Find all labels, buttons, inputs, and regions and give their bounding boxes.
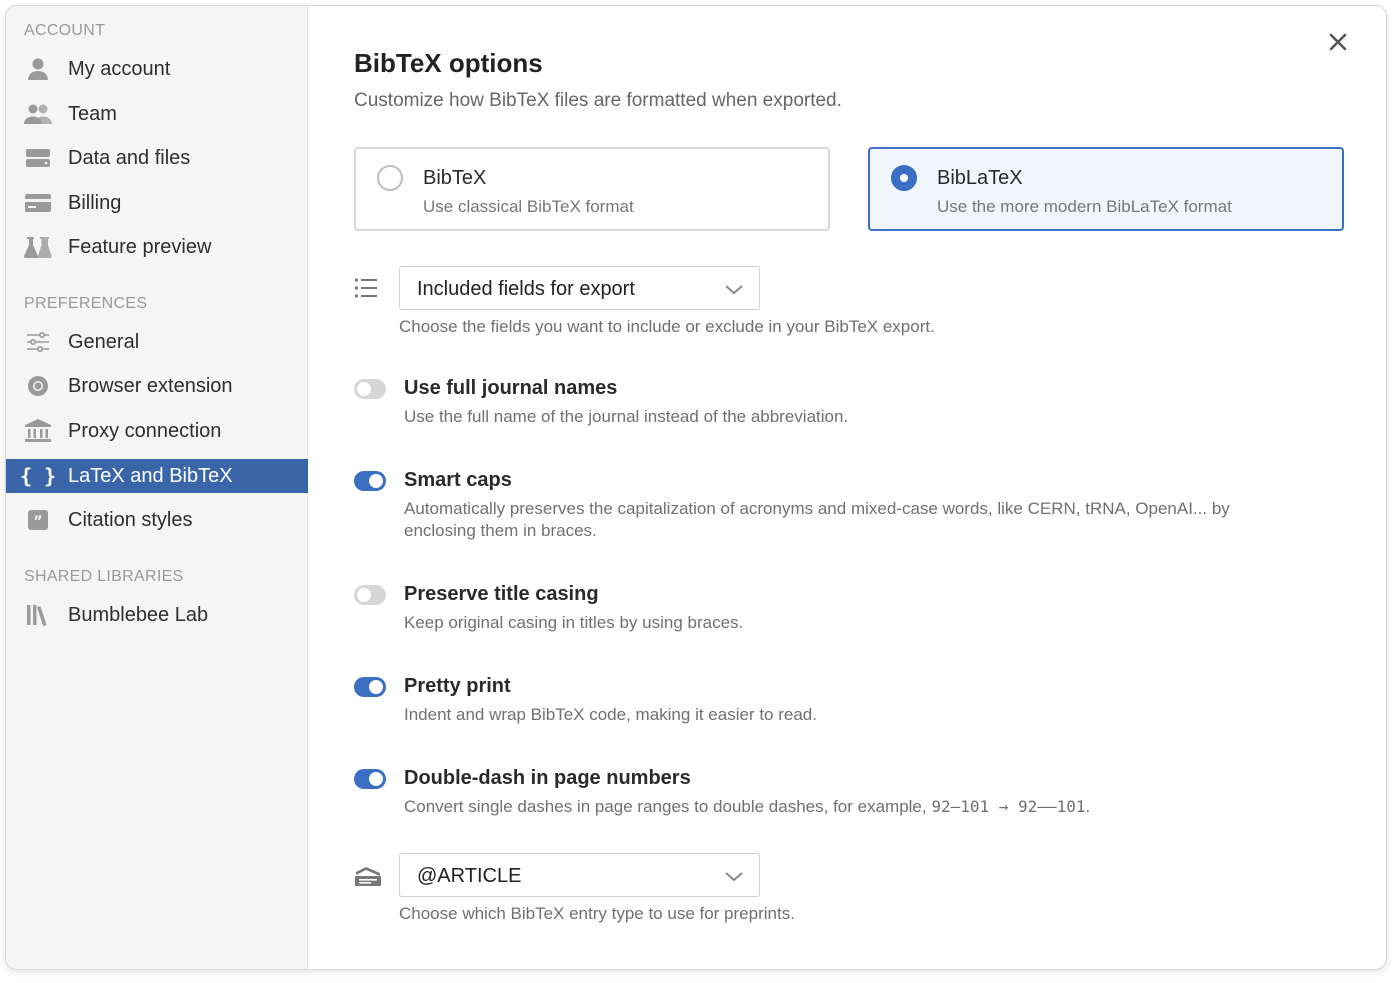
sidebar-item-label: Citation styles [68, 509, 193, 531]
format-description: Use the more modern BibLaTeX format [937, 197, 1232, 216]
select-value: @ARTICLE [417, 865, 522, 887]
radio-biblatex[interactable] [891, 165, 917, 191]
option-description: Keep original casing in titles by using … [404, 613, 744, 632]
section-label-account: ACCOUNT [24, 22, 106, 39]
settings-window: ACCOUNT My account Team Data and files B… [5, 5, 1387, 970]
option-title: Use full journal names [404, 377, 618, 399]
format-title: BibLaTeX [937, 167, 1023, 189]
option-description-text: Convert single dashes in page ranges to … [404, 797, 932, 816]
section-label-preferences: PREFERENCES [24, 295, 148, 312]
sidebar-item-browser-extension[interactable]: Browser extension [6, 369, 308, 403]
sidebar-item-data-and-files[interactable]: Data and files [6, 141, 308, 175]
sidebar-item-label: Bumblebee Lab [68, 604, 209, 626]
format-option-biblatex[interactable]: BibLaTeX Use the more modern BibLaTeX fo… [868, 147, 1344, 231]
sidebar: ACCOUNT My account Team Data and files B… [6, 6, 308, 969]
option-description: Use the full name of the journal instead… [404, 407, 849, 426]
toggle-double-dash[interactable] [354, 769, 386, 789]
credit-card-icon [24, 191, 52, 215]
sidebar-item-label: My account [68, 58, 171, 80]
sliders-icon [24, 330, 52, 354]
toggle-preserve-title-casing[interactable] [354, 585, 386, 605]
page-title: BibTeX options [354, 48, 543, 78]
option-description-suffix: . [1085, 797, 1091, 816]
storage-icon [24, 146, 52, 170]
format-option-bibtex[interactable]: BibTeX Use classical BibTeX format [354, 147, 830, 231]
included-fields-select[interactable]: Included fields for export [399, 266, 760, 310]
option-description: Automatically preserves the capitalizati… [404, 499, 1230, 540]
sidebar-item-billing[interactable]: Billing [6, 186, 308, 220]
sidebar-item-label: Team [68, 103, 117, 125]
sidebar-item-label: General [68, 331, 140, 353]
option-title: Smart caps [404, 469, 512, 491]
person-icon [24, 57, 52, 81]
chevron-down-icon [723, 866, 745, 886]
quote-icon: ” [24, 508, 52, 532]
flask-icon [24, 235, 52, 259]
books-icon [24, 603, 52, 627]
sidebar-item-label: Billing [68, 192, 122, 214]
sidebar-item-bumblebee-lab[interactable]: Bumblebee Lab [6, 598, 308, 632]
entry-type-help: Choose which BibTeX entry type to use fo… [399, 904, 795, 923]
toggle-pretty-print[interactable] [354, 677, 386, 697]
option-title: Double-dash in page numbers [404, 767, 691, 789]
option-title: Preserve title casing [404, 583, 599, 605]
sidebar-item-label: LaTeX and BibTeX [68, 465, 233, 487]
sidebar-item-label: Proxy connection [68, 420, 222, 442]
braces-icon: { } [19, 464, 57, 488]
svg-text:”: ” [33, 514, 42, 530]
sidebar-item-team[interactable]: Team [6, 97, 308, 131]
sidebar-item-general[interactable]: General [6, 325, 308, 359]
chrome-icon [24, 374, 52, 398]
toggle-full-journal-names[interactable] [354, 379, 386, 399]
sidebar-item-label: Data and files [68, 147, 191, 169]
sidebar-item-label: Browser extension [68, 375, 233, 397]
sidebar-item-feature-preview[interactable]: Feature preview [6, 230, 308, 264]
close-icon[interactable] [1326, 30, 1350, 54]
radio-bibtex[interactable] [377, 165, 403, 191]
option-description: Indent and wrap BibTeX code, making it e… [404, 705, 817, 724]
option-title: Pretty print [404, 675, 511, 697]
chevron-down-icon [723, 279, 745, 299]
format-title: BibTeX [423, 167, 487, 189]
main-panel: BibTeX options Customize how BibTeX file… [309, 6, 1386, 969]
section-label-shared-libraries: SHARED LIBRARIES [24, 568, 184, 585]
option-description: Convert single dashes in page ranges to … [404, 796, 1304, 818]
sidebar-item-citation-styles[interactable]: ” Citation styles [6, 503, 308, 537]
option-description-code: 92–101 → 92––101 [931, 797, 1086, 816]
page-subtitle: Customize how BibTeX files are formatted… [354, 90, 842, 111]
sidebar-item-proxy-connection[interactable]: Proxy connection [6, 414, 308, 448]
preprint-icon [354, 866, 382, 890]
sidebar-item-my-account[interactable]: My account [6, 52, 308, 86]
format-description: Use classical BibTeX format [423, 197, 634, 216]
toggle-smart-caps[interactable] [354, 471, 386, 491]
team-icon [24, 102, 52, 126]
entry-type-select[interactable]: @ARTICLE [399, 853, 760, 897]
included-fields-help: Choose the fields you want to include or… [399, 317, 935, 336]
sidebar-item-latex-and-bibtex[interactable]: { } LaTeX and BibTeX [6, 459, 308, 493]
select-value: Included fields for export [417, 278, 635, 300]
institution-icon [24, 419, 52, 443]
sidebar-item-label: Feature preview [68, 236, 212, 258]
list-icon [354, 277, 382, 301]
